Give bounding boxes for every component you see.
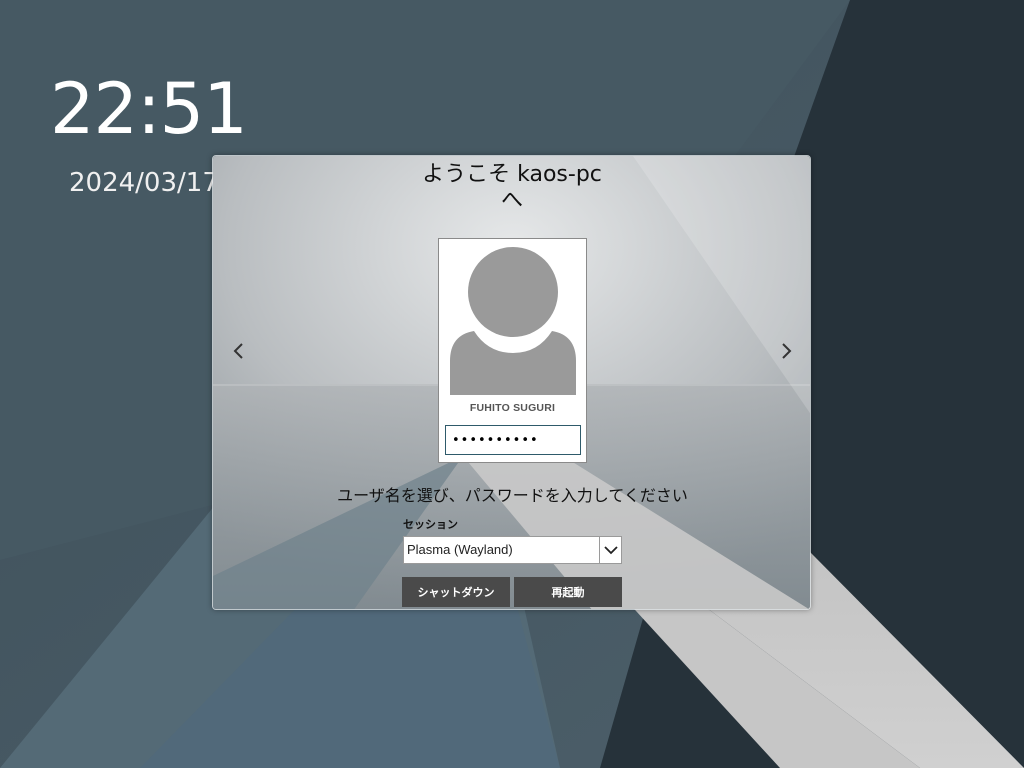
login-screen: 22:51 2024/03/17 ようこそ kaos-pc へ FUHITO S… [0,0,1024,768]
reboot-button[interactable]: 再起動 [514,577,622,607]
welcome-line-2: へ [500,188,523,213]
welcome-heading: ようこそ kaos-pc へ [412,162,612,214]
chevron-down-icon [604,546,618,555]
clock-date: 2024/03/17 [69,168,219,198]
shutdown-button[interactable]: シャットダウン [402,577,510,607]
login-panel: ようこそ kaos-pc へ FUHITO SUGURI ユーザ名を選び、パスワ… [212,155,811,610]
session-select[interactable]: Plasma (Wayland) [403,536,622,564]
user-avatar-icon [450,247,576,395]
chevron-left-icon [233,343,243,359]
clock-time: 22:51 [50,68,248,150]
session-label: セッション [403,518,458,531]
session-dropdown-button[interactable] [599,537,621,563]
login-prompt: ユーザ名を選び、パスワードを入力してください [337,486,688,505]
previous-user-button[interactable] [227,339,251,363]
welcome-line-1: ようこそ kaos-pc [422,162,602,187]
user-name: FUHITO SUGURI [469,402,556,414]
chevron-right-icon [782,343,792,359]
session-selected-value: Plasma (Wayland) [407,542,513,557]
password-field[interactable] [445,425,581,455]
user-card[interactable]: FUHITO SUGURI [438,238,587,463]
next-user-button[interactable] [774,339,798,363]
